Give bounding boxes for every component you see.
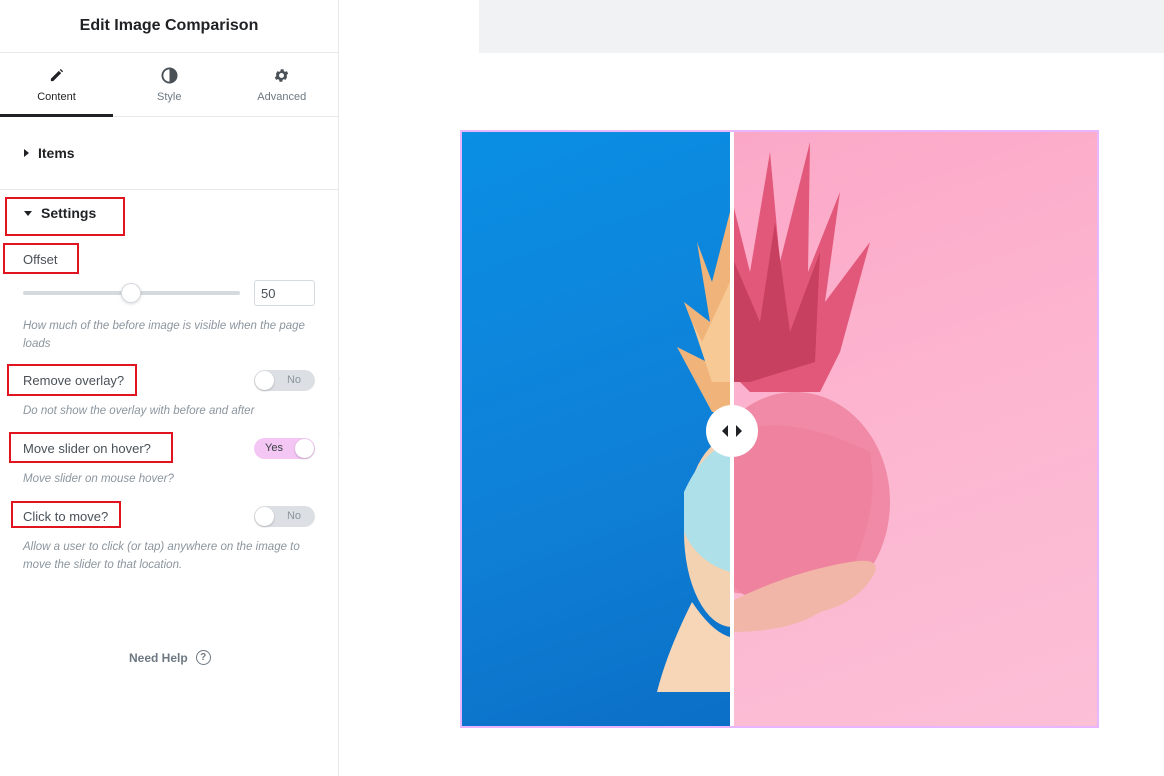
tab-bar: Content Style Advanced (0, 53, 338, 117)
preview-top-strip (479, 0, 1164, 53)
tab-advanced-label: Advanced (257, 90, 307, 103)
arrow-right-icon (736, 425, 742, 437)
move-on-hover-label: Move slider on hover? (23, 441, 151, 456)
caret-down-icon (24, 210, 32, 216)
toggle-knob (255, 507, 274, 526)
arrow-left-icon (722, 425, 728, 437)
panel-title: Edit Image Comparison (79, 17, 259, 34)
toggle-knob (295, 439, 314, 458)
after-image (700, 132, 1097, 726)
need-help-link[interactable]: Need Help ? (129, 650, 211, 665)
section-settings-title: Settings (41, 205, 97, 221)
image-comparison-widget[interactable] (460, 130, 1099, 728)
pink-pineapple-illustration (700, 142, 890, 632)
offset-slider-handle[interactable] (121, 283, 141, 303)
panel-header: Edit Image Comparison (0, 0, 338, 53)
remove-overlay-description: Do not show the overlay with before and … (23, 405, 255, 417)
need-help-label: Need Help (129, 650, 188, 665)
tab-content[interactable]: Content (0, 53, 113, 117)
gear-icon (273, 67, 291, 85)
question-circle-icon: ? (195, 650, 211, 665)
toggle-state-text: No (286, 374, 301, 386)
offset-label: Offset (23, 252, 58, 267)
click-to-move-label: Click to move? (23, 509, 109, 524)
tab-style[interactable]: Style (113, 53, 226, 116)
comparison-drag-handle[interactable] (706, 405, 758, 457)
tab-style-label: Style (157, 90, 182, 103)
move-on-hover-toggle[interactable]: Yes (254, 438, 315, 459)
section-items-header[interactable]: Items (0, 117, 338, 190)
tab-content-label: Content (37, 90, 76, 103)
tab-advanced[interactable]: Advanced (226, 53, 339, 116)
preview-canvas (340, 0, 1164, 776)
click-to-move-toggle[interactable]: No (254, 506, 315, 527)
caret-right-icon (24, 149, 29, 157)
section-settings-header[interactable]: Settings (0, 205, 96, 221)
remove-overlay-toggle[interactable]: No (254, 370, 315, 391)
toggle-knob (255, 371, 274, 390)
pencil-icon (48, 67, 66, 85)
offset-number-input[interactable] (254, 280, 315, 306)
section-items-title: Items (38, 145, 75, 161)
move-on-hover-description: Move slider on mouse hover? (23, 473, 174, 485)
remove-overlay-label: Remove overlay? (23, 373, 125, 388)
toggle-state-text: Yes (265, 442, 283, 454)
offset-description: How much of the before image is visible … (23, 320, 305, 350)
blue-pineapple-illustration (657, 212, 780, 692)
toggle-state-text: No (286, 510, 301, 522)
editor-panel: Edit Image Comparison Content Style Adva… (0, 0, 339, 776)
before-image (462, 132, 780, 726)
half-circle-icon (160, 67, 178, 85)
click-to-move-description: Allow a user to click (or tap) anywhere … (23, 541, 300, 571)
